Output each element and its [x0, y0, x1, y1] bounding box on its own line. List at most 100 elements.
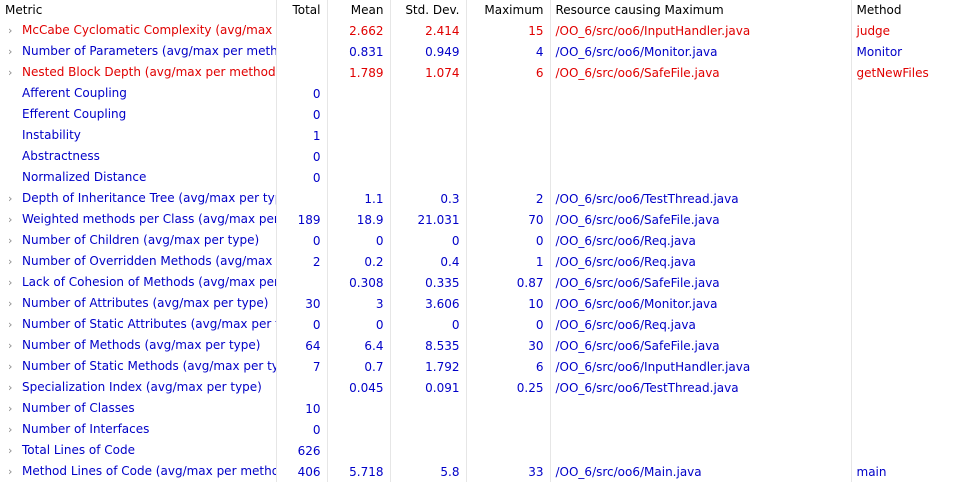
expand-chevron-icon[interactable]: ›: [8, 63, 22, 83]
expand-chevron-icon[interactable]: ›: [8, 294, 22, 314]
column-header-resource[interactable]: Resource causing Maximum: [550, 0, 852, 20]
metric-name: Number of Static Methods (avg/max per ty…: [22, 359, 276, 373]
maximum-cell: [466, 440, 551, 461]
metric-name: Number of Attributes (avg/max per type): [22, 296, 269, 310]
table-row[interactable]: › Number of Attributes (avg/max per type)…: [0, 293, 973, 314]
metric-name: Weighted methods per Class (avg/max per …: [22, 212, 275, 226]
table-row[interactable]: › Method Lines of Code (avg/max per metho…: [0, 461, 973, 482]
resource-cell: /OO_6/src/oo6/Monitor.java: [550, 293, 852, 314]
maximum-cell: 10: [466, 293, 551, 314]
mean-cell: [327, 104, 391, 125]
expand-chevron-icon[interactable]: ›: [8, 357, 22, 377]
total-cell: [276, 62, 328, 83]
metric-name: Depth of Inheritance Tree (avg/max per t…: [22, 191, 276, 205]
table-row[interactable]: › Number of Static Methods (avg/max per t…: [0, 356, 973, 377]
expand-chevron-icon[interactable]: ›: [8, 462, 22, 482]
table-row[interactable]: ›Weighted methods per Class (avg/max per…: [0, 209, 973, 230]
metrics-table: Metric Total Mean Std. Dev. Maximum Reso…: [0, 0, 973, 482]
column-header-mean[interactable]: Mean: [327, 0, 391, 20]
expand-chevron-icon[interactable]: ›: [8, 189, 22, 209]
resource-cell: /OO_6/src/oo6/Req.java: [550, 230, 852, 251]
table-row[interactable]: › Number of Methods (avg/max per type) 64 6…: [0, 335, 973, 356]
mean-cell: 5.718: [327, 461, 391, 482]
resource-cell: [550, 398, 852, 419]
expand-chevron-icon[interactable]: ›: [8, 441, 22, 461]
std-dev-cell: [390, 146, 467, 167]
total-cell: 0: [276, 83, 328, 104]
expand-chevron-icon[interactable]: ›: [8, 420, 22, 440]
expand-chevron-icon[interactable]: ›: [8, 252, 22, 272]
table-row[interactable]: ›Instability1: [0, 125, 973, 146]
expand-chevron-icon[interactable]: ›: [8, 399, 22, 419]
method-cell: [851, 398, 973, 419]
table-row[interactable]: › Nested Block Depth (avg/max per method)…: [0, 62, 973, 83]
metric-name: Efferent Coupling: [22, 107, 127, 121]
table-row[interactable]: › Number of Parameters (avg/max per metho…: [0, 41, 973, 62]
table-row[interactable]: ›Afferent Coupling0: [0, 83, 973, 104]
column-header-method[interactable]: Method: [851, 0, 973, 20]
mean-cell: 2.662: [327, 20, 391, 41]
std-dev-cell: 0: [390, 314, 467, 335]
metric-name: Number of Methods (avg/max per type): [22, 338, 261, 352]
expand-chevron-icon[interactable]: ›: [8, 21, 22, 41]
table-row[interactable]: ›McCabe Cyclomatic Complexity (avg/max p…: [0, 20, 973, 41]
resource-cell: /OO_6/src/oo6/SafeFile.java: [550, 209, 852, 230]
metric-cell: ›Efferent Coupling: [0, 104, 277, 125]
resource-cell: /OO_6/src/oo6/SafeFile.java: [550, 62, 852, 83]
table-row[interactable]: ›Abstractness0: [0, 146, 973, 167]
table-row[interactable]: › Depth of Inheritance Tree (avg/max per …: [0, 188, 973, 209]
expand-chevron-icon[interactable]: ›: [8, 378, 22, 398]
total-cell: [276, 188, 328, 209]
column-header-std-dev[interactable]: Std. Dev.: [390, 0, 467, 20]
metric-cell: › Number of Methods (avg/max per type): [0, 335, 277, 356]
mean-cell: [327, 419, 391, 440]
total-cell: 64: [276, 335, 328, 356]
mean-cell: 0: [327, 314, 391, 335]
metric-cell: › Number of Attributes (avg/max per type): [0, 293, 277, 314]
expand-chevron-icon[interactable]: ›: [8, 315, 22, 335]
resource-cell: /OO_6/src/oo6/TestThread.java: [550, 188, 852, 209]
table-row[interactable]: ›Number of Overridden Methods (avg/max p…: [0, 251, 973, 272]
std-dev-cell: 2.414: [390, 20, 467, 41]
table-row[interactable]: › Number of Static Attributes (avg/max pe…: [0, 314, 973, 335]
table-row[interactable]: › Number of Classes 10: [0, 398, 973, 419]
resource-cell: [550, 83, 852, 104]
method-cell: [851, 146, 973, 167]
table-row[interactable]: › Specialization Index (avg/max per type)…: [0, 377, 973, 398]
expand-chevron-icon[interactable]: ›: [8, 231, 22, 251]
expand-chevron-icon[interactable]: ›: [8, 273, 22, 293]
total-cell: 189: [276, 209, 328, 230]
mean-cell: [327, 440, 391, 461]
expand-chevron-icon[interactable]: ›: [8, 336, 22, 356]
resource-cell: [550, 440, 852, 461]
total-cell: 626: [276, 440, 328, 461]
maximum-cell: [466, 167, 551, 188]
method-cell: [851, 419, 973, 440]
table-row[interactable]: › Lack of Cohesion of Methods (avg/max pe…: [0, 272, 973, 293]
column-header-total[interactable]: Total: [276, 0, 328, 20]
mean-cell: 6.4: [327, 335, 391, 356]
maximum-cell: 0: [466, 314, 551, 335]
table-row[interactable]: › Number of Children (avg/max per type) 0 0…: [0, 230, 973, 251]
total-cell: 2: [276, 251, 328, 272]
metric-cell: ›Normalized Distance: [0, 167, 277, 188]
table-row[interactable]: › Total Lines of Code 626: [0, 440, 973, 461]
column-header-maximum[interactable]: Maximum: [466, 0, 551, 20]
table-row[interactable]: › Number of Interfaces 0: [0, 419, 973, 440]
expand-chevron-icon[interactable]: ›: [8, 210, 22, 230]
metric-name: McCabe Cyclomatic Complexity (avg/max pe…: [22, 23, 275, 37]
mean-cell: [327, 146, 391, 167]
resource-cell: /OO_6/src/oo6/InputHandler.java: [550, 356, 852, 377]
column-header-metric[interactable]: Metric: [0, 0, 277, 20]
mean-cell: 0.308: [327, 272, 391, 293]
table-row[interactable]: ›Normalized Distance0: [0, 167, 973, 188]
table-header: Metric Total Mean Std. Dev. Maximum Reso…: [0, 0, 973, 20]
std-dev-cell: [390, 83, 467, 104]
resource-cell: [550, 104, 852, 125]
total-cell: 0: [276, 314, 328, 335]
method-cell: [851, 272, 973, 293]
resource-cell: [550, 146, 852, 167]
table-row[interactable]: ›Efferent Coupling0: [0, 104, 973, 125]
total-cell: [276, 20, 328, 41]
expand-chevron-icon[interactable]: ›: [8, 42, 22, 62]
